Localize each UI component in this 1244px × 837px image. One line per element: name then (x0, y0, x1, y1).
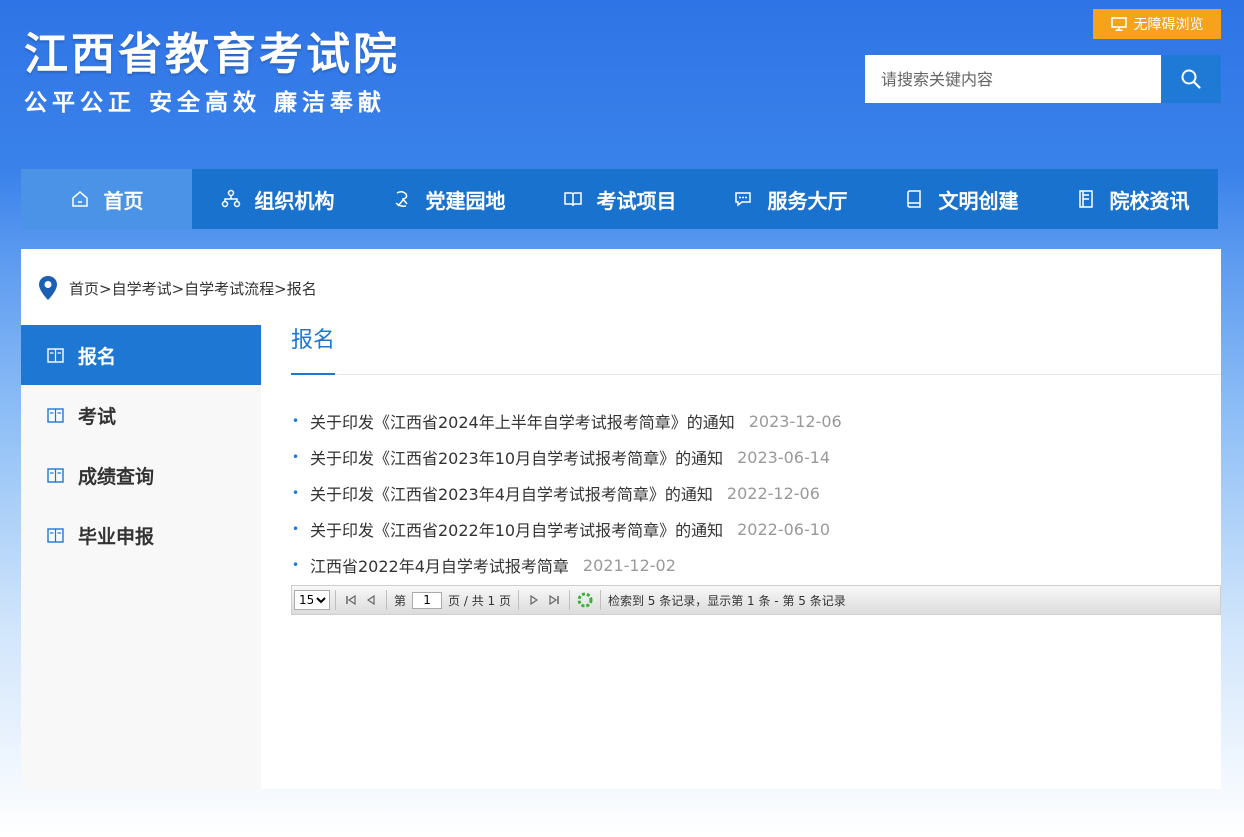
divider (568, 590, 570, 610)
sidebar-item-score-query[interactable]: 成绩查询 (21, 445, 261, 505)
sidebar-item-label: 成绩查询 (78, 465, 155, 488)
first-page-button[interactable] (341, 590, 361, 610)
location-pin-icon (39, 276, 57, 300)
nav-item-colleges[interactable]: 院校资讯 (1047, 169, 1218, 229)
page-size-select[interactable]: 15 (294, 590, 330, 610)
search-box (865, 55, 1221, 103)
pagination-bar: 15 第 页 / 共 1 页 (291, 585, 1221, 615)
news-list: • 关于印发《江西省2024年上半年自学考试报考简章》的通知 2023-12-0… (291, 403, 1221, 583)
notebook-icon (906, 190, 921, 208)
accessibility-label: 无障碍浏览 (1133, 17, 1204, 33)
nav-item-label: 首页 (103, 188, 144, 213)
main-nav: 首页 组织机构 党建园地 考试项目 服务大厅 文明创建 院校资讯 (21, 169, 1218, 229)
sidebar: 报名 考试 成绩查询 毕业申报 (21, 325, 261, 789)
home-icon (71, 191, 88, 207)
list-item: • 关于印发《江西省2023年10月自学考试报考简章》的通知 2023-06-1… (291, 439, 1221, 475)
divider (386, 590, 387, 610)
search-input[interactable] (865, 55, 1161, 103)
last-page-icon (549, 594, 559, 606)
news-title-link[interactable]: 关于印发《江西省2023年4月自学考试报考简章》的通知 (310, 481, 713, 505)
divider (335, 590, 336, 610)
title-underline (291, 373, 335, 375)
bullet: • (292, 486, 300, 500)
page-title: 报名 (291, 328, 336, 353)
nav-item-exams[interactable]: 考试项目 (534, 169, 705, 229)
sidebar-item-label: 考试 (78, 405, 117, 428)
news-date: 2022-06-10 (737, 519, 831, 539)
nav-item-home[interactable]: 首页 (21, 169, 192, 229)
list-item: • 关于印发《江西省2022年10月自学考试报考简章》的通知 2022-06-1… (291, 511, 1221, 547)
news-date: 2021-12-02 (582, 555, 676, 575)
pagination-summary: 检索到 5 条记录，显示第 1 条 - 第 5 条记录 (607, 593, 846, 608)
sidebar-item-exam[interactable]: 考试 (21, 385, 261, 445)
site-title: 江西省教育考试院 (24, 29, 400, 80)
bullet: • (292, 450, 300, 464)
search-button[interactable] (1161, 55, 1221, 103)
panel-icon (47, 407, 64, 423)
refresh-icon (577, 592, 593, 608)
prev-page-icon (366, 594, 375, 606)
document-icon (1078, 190, 1093, 208)
divider (599, 590, 601, 610)
site-slogan: 公平公正 安全高效 廉洁奉献 (24, 90, 387, 116)
breadcrumb-text: 首页>自学考试>自学考试流程>报名 (69, 279, 317, 298)
party-icon (394, 190, 408, 207)
bullet: • (292, 414, 300, 428)
refresh-button[interactable] (575, 590, 595, 610)
sidebar-item-graduation[interactable]: 毕业申报 (21, 505, 261, 565)
bullet: • (292, 522, 300, 536)
nav-item-label: 服务大厅 (767, 188, 848, 213)
content-header: 报名 (291, 325, 1221, 375)
last-page-button[interactable] (544, 590, 564, 610)
panel-icon (47, 527, 64, 543)
prev-page-button[interactable] (361, 590, 381, 610)
sidebar-item-registration[interactable]: 报名 (21, 325, 261, 385)
breadcrumb: 首页>自学考试>自学考试流程>报名 (37, 275, 317, 301)
list-item: • 关于印发《江西省2023年4月自学考试报考简章》的通知 2022-12-06 (291, 475, 1221, 511)
next-page-icon (530, 594, 539, 606)
book-open-icon (563, 192, 582, 207)
list-item: • 江西省2022年4月自学考试报考简章 2021-12-02 (291, 547, 1221, 583)
search-icon (1181, 69, 1201, 89)
news-date: 2023-06-14 (737, 447, 831, 467)
monitor-icon (1110, 17, 1127, 31)
chat-icon (734, 192, 751, 207)
sidebar-item-label: 报名 (78, 345, 117, 368)
news-title-link[interactable]: 关于印发《江西省2023年10月自学考试报考简章》的通知 (310, 445, 723, 469)
sidebar-item-label: 毕业申报 (78, 525, 155, 548)
first-page-icon (346, 594, 356, 606)
page-number-input[interactable] (412, 591, 443, 609)
nav-item-label: 组织机构 (254, 188, 335, 213)
nav-item-service[interactable]: 服务大厅 (705, 169, 876, 229)
nav-item-civilization[interactable]: 文明创建 (876, 169, 1047, 229)
page-prefix: 第 (394, 593, 407, 608)
next-page-button[interactable] (524, 590, 544, 610)
nav-item-party[interactable]: 党建园地 (363, 169, 534, 229)
nav-item-label: 党建园地 (425, 188, 506, 213)
news-title-link[interactable]: 关于印发《江西省2022年10月自学考试报考简章》的通知 (310, 517, 723, 541)
news-title-link[interactable]: 江西省2022年4月自学考试报考简章 (310, 553, 569, 577)
news-date: 2023-12-06 (748, 411, 842, 431)
nav-item-organization[interactable]: 组织机构 (192, 169, 363, 229)
divider (517, 590, 519, 610)
bullet: • (292, 558, 300, 572)
news-title-link[interactable]: 关于印发《江西省2024年上半年自学考试报考简章》的通知 (310, 409, 735, 433)
content-area: 报名 • 关于印发《江西省2024年上半年自学考试报考简章》的通知 2023-1… (291, 325, 1221, 615)
list-item: • 关于印发《江西省2024年上半年自学考试报考简章》的通知 2023-12-0… (291, 403, 1221, 439)
news-date: 2022-12-06 (726, 483, 820, 503)
nav-item-label: 院校资讯 (1109, 188, 1190, 213)
main-panel: 首页>自学考试>自学考试流程>报名 报名 考试 成绩查询 毕业申报 报名 • 关… (21, 249, 1221, 789)
panel-icon (47, 467, 64, 483)
nav-item-label: 文明创建 (938, 188, 1019, 213)
accessibility-button[interactable]: 无障碍浏览 (1093, 9, 1221, 39)
nav-item-label: 考试项目 (596, 188, 677, 213)
page-suffix: 页 / 共 1 页 (448, 593, 511, 608)
panel-icon (47, 347, 64, 363)
org-chart-icon (221, 189, 240, 208)
